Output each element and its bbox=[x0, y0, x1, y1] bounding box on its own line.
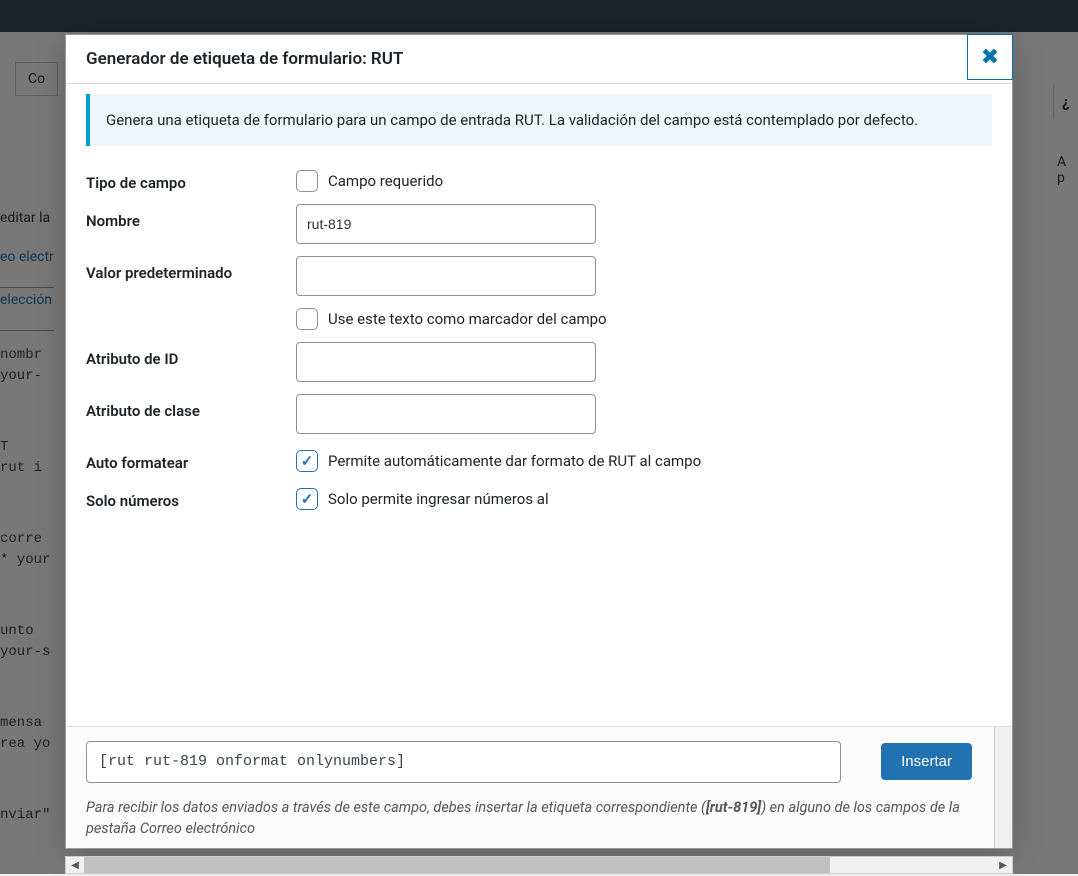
tag-generator-modal: Generador de etiqueta de formulario: RUT… bbox=[65, 34, 1013, 849]
modal-header: Generador de etiqueta de formulario: RUT… bbox=[66, 35, 1012, 84]
modal-footer: Insertar Para recibir los datos enviados… bbox=[66, 726, 1012, 849]
close-button[interactable]: ✖ bbox=[967, 34, 1013, 80]
required-checkbox-label: Campo requerido bbox=[328, 172, 443, 190]
name-label: Nombre bbox=[86, 204, 296, 230]
default-value-input[interactable] bbox=[296, 256, 596, 296]
modal-body: Genera una etiqueta de formulario para u… bbox=[66, 84, 1012, 726]
scroll-left-icon[interactable]: ◀ bbox=[66, 857, 84, 873]
scrollbar-track[interactable] bbox=[84, 857, 994, 873]
default-value-label: Valor predeterminado bbox=[86, 256, 296, 282]
scroll-right-icon[interactable]: ▶ bbox=[994, 857, 1012, 873]
field-type-label: Tipo de campo bbox=[86, 166, 296, 192]
autoformat-checkbox[interactable] bbox=[296, 450, 318, 472]
vertical-scrollbar[interactable] bbox=[994, 727, 1012, 849]
info-box: Genera una etiqueta de formulario para u… bbox=[86, 94, 992, 146]
class-attr-input[interactable] bbox=[296, 394, 596, 434]
placeholder-checkbox-label: Use este texto como marcador del campo bbox=[328, 310, 607, 328]
placeholder-checkbox[interactable] bbox=[296, 308, 318, 330]
required-checkbox[interactable] bbox=[296, 170, 318, 192]
generated-tag-input[interactable] bbox=[86, 741, 841, 783]
footer-note-pre: Para recibir los datos enviados a través… bbox=[86, 799, 706, 816]
class-attr-label: Atributo de clase bbox=[86, 394, 296, 420]
onlynumbers-checkbox-label: Solo permite ingresar números al bbox=[328, 490, 549, 508]
footer-note-tag: [rut-819] bbox=[706, 799, 761, 816]
id-attr-label: Atributo de ID bbox=[86, 342, 296, 368]
id-attr-input[interactable] bbox=[296, 342, 596, 382]
onlynumbers-label: Solo números bbox=[86, 484, 296, 510]
onlynumbers-checkbox[interactable] bbox=[296, 488, 318, 510]
autoformat-checkbox-label: Permite automáticamente dar formato de R… bbox=[328, 452, 701, 470]
footer-note: Para recibir los datos enviados a través… bbox=[86, 797, 972, 841]
close-icon: ✖ bbox=[981, 44, 999, 70]
insert-button[interactable]: Insertar bbox=[881, 743, 972, 780]
autoformat-label: Auto formatear bbox=[86, 446, 296, 472]
scrollbar-thumb[interactable] bbox=[84, 857, 830, 873]
name-input[interactable] bbox=[296, 204, 596, 244]
modal-title: Generador de etiqueta de formulario: RUT bbox=[86, 49, 403, 69]
horizontal-scrollbar[interactable]: ◀ ▶ bbox=[65, 856, 1013, 874]
